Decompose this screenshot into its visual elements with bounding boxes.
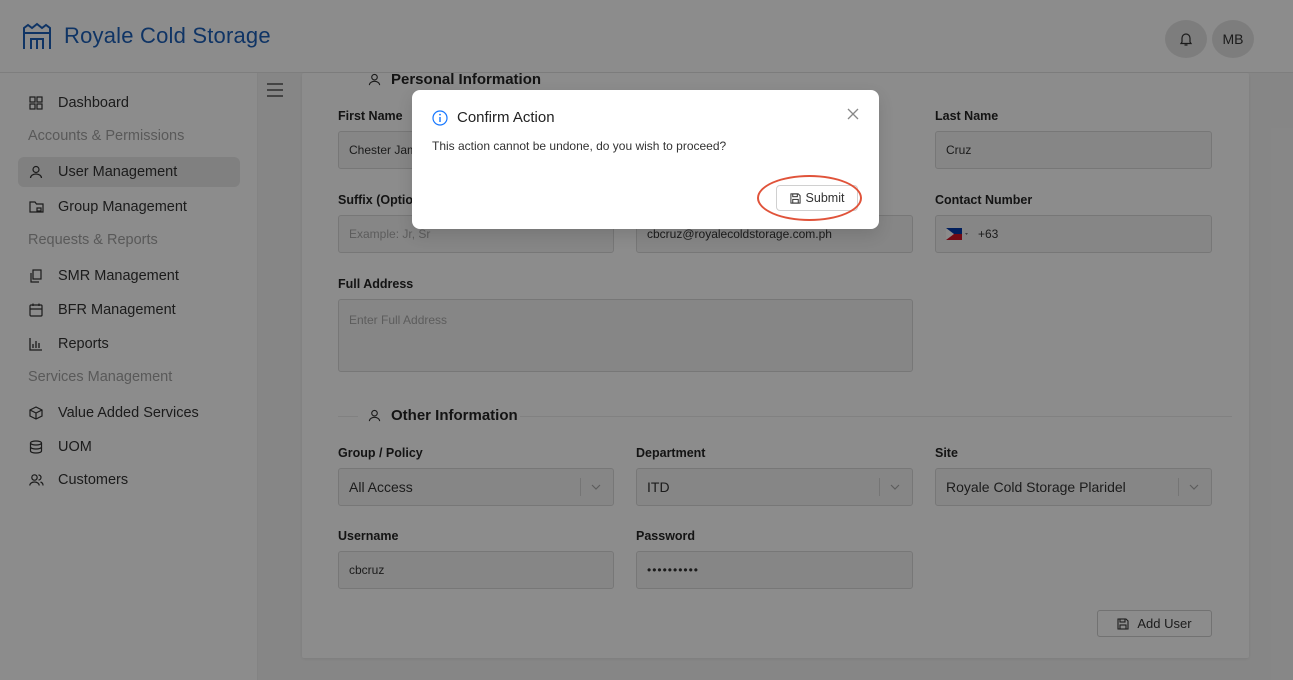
dialog-message: This action cannot be undone, do you wis… [432,139,727,153]
close-icon [847,108,859,120]
dialog-title-text: Confirm Action [457,109,555,126]
dialog-close-button[interactable] [846,107,860,121]
submit-highlight-annotation [757,175,862,221]
info-icon [432,109,448,126]
dialog-title: Confirm Action [432,109,555,126]
